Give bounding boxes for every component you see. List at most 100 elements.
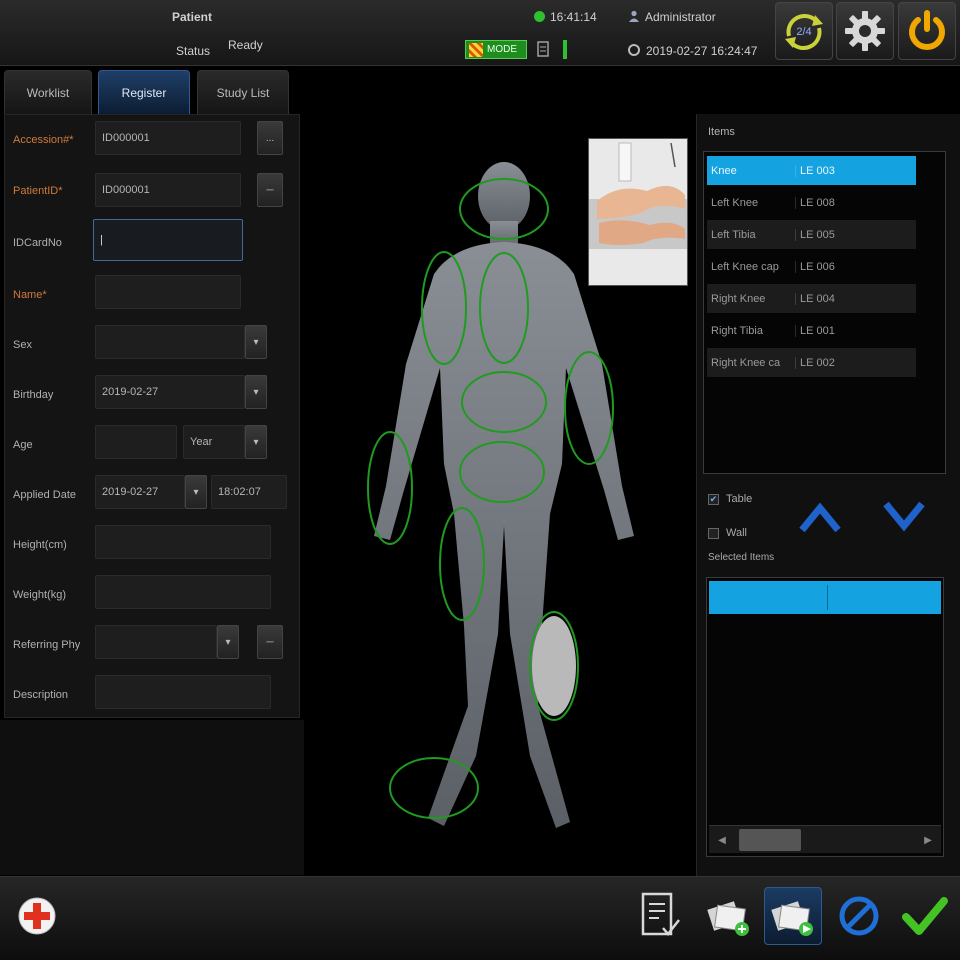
item-name: Left Knee — [711, 196, 759, 209]
mode-icon — [469, 42, 483, 57]
gear-icon — [845, 11, 885, 51]
scrollbar-thumb[interactable] — [739, 829, 801, 851]
swap-arrows-icon: 2/4 — [785, 14, 823, 50]
referring-physician-dropdown-button[interactable]: ▾ — [217, 625, 239, 659]
chevron-up-icon — [799, 502, 841, 533]
referring-physician-edit-button[interactable]: ─ — [257, 625, 283, 659]
table-option-label: Table — [726, 493, 753, 505]
age-label: Age — [13, 439, 33, 451]
age-input[interactable] — [95, 425, 177, 459]
device-icon — [537, 41, 549, 57]
tab-register[interactable]: Register — [98, 70, 190, 114]
power-button[interactable] — [898, 2, 956, 60]
sex-dropdown-button[interactable]: ▾ — [245, 325, 267, 359]
referring-physician-label: Referring Phy — [13, 639, 81, 651]
wall-checkbox[interactable] — [708, 527, 719, 539]
table-option[interactable]: ✔ Table — [708, 493, 752, 505]
birthday-label: Birthday — [13, 389, 54, 401]
tab-study-list[interactable]: Study List — [197, 70, 289, 114]
check-icon — [902, 897, 948, 935]
item-row[interactable]: Right Knee LE 004 — [707, 284, 916, 313]
dash-icon: ─ — [266, 184, 274, 196]
settings-button[interactable] — [836, 2, 894, 60]
item-name: Right Knee ca — [711, 356, 781, 369]
selected-items-header — [709, 581, 941, 614]
chevron-down-icon: ▾ — [253, 436, 259, 448]
item-row[interactable]: Right Tibia LE 001 — [707, 316, 916, 345]
patient-id-generate-button[interactable]: ─ — [257, 173, 283, 207]
red-cross-icon — [18, 897, 56, 935]
item-row[interactable]: Left Knee cap LE 006 — [707, 252, 916, 281]
mode-badge: MODE — [465, 40, 527, 59]
item-row[interactable]: Left Knee LE 008 — [707, 188, 916, 217]
age-unit-dropdown-button[interactable]: ▾ — [245, 425, 267, 459]
scroll-left-icon[interactable]: ◀ — [711, 829, 733, 851]
horizontal-scrollbar[interactable]: ◀ ▶ — [709, 825, 941, 853]
patient-id-label: PatientID* — [13, 185, 63, 197]
id-card-label: IDCardNo — [13, 237, 62, 249]
height-input[interactable] — [95, 525, 271, 559]
mode-label: MODE — [487, 44, 517, 55]
weight-label: Weight(kg) — [13, 589, 66, 601]
birthday-input[interactable]: 2019-02-27 — [95, 375, 245, 409]
register-exam-button[interactable] — [700, 887, 758, 945]
selected-items-title: Selected Items — [708, 552, 775, 563]
item-name: Right Tibia — [711, 324, 763, 337]
item-row[interactable]: Knee LE 003 — [707, 156, 916, 185]
item-code: LE 008 — [795, 196, 835, 209]
accession-more-button[interactable]: ... — [257, 121, 283, 155]
item-name: Left Knee cap — [711, 260, 779, 273]
item-code: LE 004 — [795, 292, 835, 305]
calendar-icon: ▾ — [253, 386, 259, 398]
items-title: Items — [708, 126, 735, 138]
exam-list-button[interactable] — [630, 887, 688, 945]
item-code: LE 003 — [795, 164, 835, 177]
top-time: 16:41:14 — [550, 10, 597, 24]
weight-input[interactable] — [95, 575, 271, 609]
patient-id-input[interactable]: ID000001 — [95, 173, 241, 207]
network-icon — [534, 11, 545, 22]
move-up-button[interactable] — [796, 498, 844, 536]
applied-date-label: Applied Date — [13, 489, 76, 501]
item-row[interactable]: Left Tibia LE 005 — [707, 220, 916, 249]
name-label: Name* — [13, 289, 47, 301]
scroll-right-icon[interactable]: ▶ — [917, 829, 939, 851]
wall-option-label: Wall — [726, 527, 747, 539]
move-down-button[interactable] — [880, 498, 928, 536]
sex-select[interactable] — [95, 325, 245, 359]
item-row[interactable]: Right Knee ca LE 002 — [707, 348, 916, 377]
accession-input[interactable]: ID000001 — [95, 121, 241, 155]
applied-date-input[interactable]: 2019-02-27 — [95, 475, 185, 509]
network-status: 16:41:14 — [534, 10, 597, 24]
top-status-bar: Patient Status Ready 16:41:14 Administra… — [0, 0, 960, 66]
item-code: LE 001 — [795, 324, 835, 337]
table-checkbox[interactable]: ✔ — [708, 493, 719, 505]
items-list: Knee LE 003 Left Knee LE 008 Left Tibia LE … — [703, 151, 946, 474]
description-input[interactable] — [95, 675, 271, 709]
wall-option[interactable]: Wall — [708, 527, 747, 539]
id-card-input[interactable]: | — [93, 219, 243, 261]
selected-items-list: ◀ ▶ — [706, 577, 944, 857]
name-input[interactable] — [95, 275, 241, 309]
age-unit-select[interactable]: Year — [183, 425, 245, 459]
confirm-button[interactable] — [896, 887, 954, 945]
emergency-button[interactable] — [8, 887, 66, 945]
applied-time-input[interactable]: 18:02:07 — [211, 475, 287, 509]
calendar-icon: ▾ — [193, 486, 199, 498]
tab-worklist[interactable]: Worklist — [4, 70, 92, 114]
card-add-icon — [707, 901, 749, 936]
sex-label: Sex — [13, 339, 32, 351]
referring-physician-select[interactable] — [95, 625, 217, 659]
start-exam-button[interactable] — [764, 887, 822, 945]
applied-date-picker-button[interactable]: ▾ — [185, 475, 207, 509]
switch-exam-button[interactable]: 2/4 — [775, 2, 833, 60]
user-name: Administrator — [645, 10, 716, 24]
birthday-picker-button[interactable]: ▾ — [245, 375, 267, 409]
cancel-button[interactable] — [830, 887, 888, 945]
date-time: 2019-02-27 16:24:47 — [628, 44, 757, 58]
status-value: Ready — [228, 38, 263, 52]
power-icon — [909, 10, 945, 50]
user-info: Administrator — [628, 10, 716, 24]
accession-label: Accession#* — [13, 134, 74, 146]
exam-counter: 2/4 — [796, 26, 811, 38]
